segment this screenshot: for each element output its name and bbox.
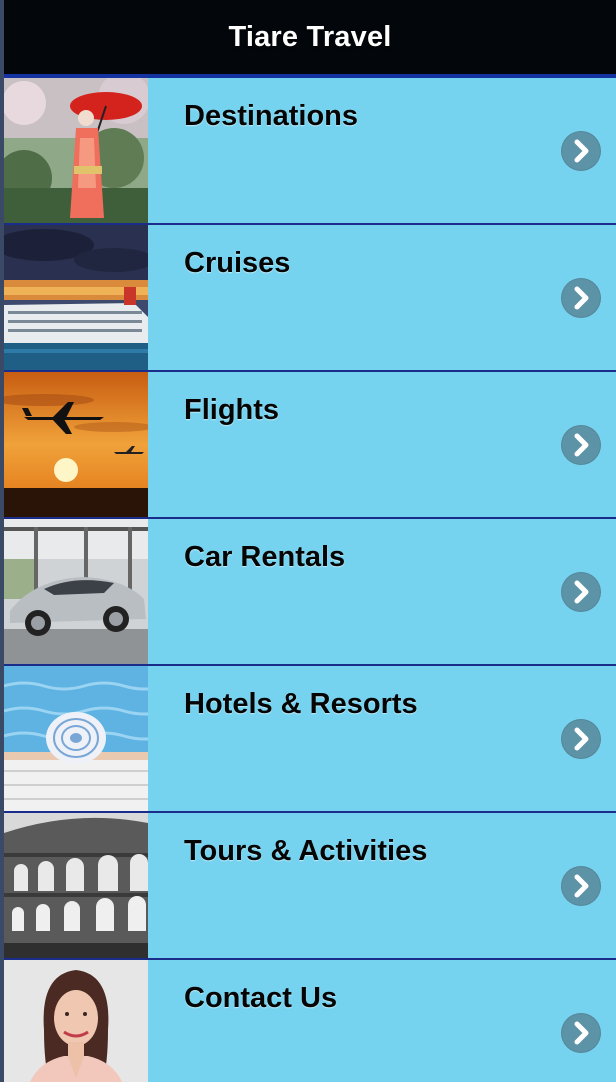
menu-item-label: Tours & Activities [184,835,428,867]
menu-item-tours-activities[interactable]: Tours & Activities [4,813,616,960]
menu-item-cruises[interactable]: Cruises [4,225,616,372]
chevron-right-icon[interactable] [561,866,601,906]
car-rentals-thumbnail [4,519,148,664]
left-edge-strip [0,0,4,1082]
chevron-right-icon[interactable] [561,572,601,612]
app-screen: Tiare Travel Destinations Cruises Flight… [0,0,616,1082]
menu-list: Destinations Cruises Flights Car Rentals… [4,78,616,1082]
flights-thumbnail [4,372,148,517]
menu-item-flights[interactable]: Flights [4,372,616,519]
chevron-right-icon[interactable] [561,278,601,318]
tours-activities-thumbnail [4,813,148,958]
menu-item-contact-us[interactable]: Contact Us [4,960,616,1082]
contact-us-thumbnail [4,960,148,1082]
hotels-resorts-thumbnail [4,666,148,811]
chevron-right-icon[interactable] [561,425,601,465]
menu-item-label: Flights [184,394,280,426]
app-header: Tiare Travel [0,0,616,78]
menu-item-label: Contact Us [184,982,338,1014]
menu-item-label: Cruises [184,247,291,279]
app-title: Tiare Travel [228,21,392,53]
menu-item-label: Hotels & Resorts [184,688,418,720]
menu-item-car-rentals[interactable]: Car Rentals [4,519,616,666]
menu-item-label: Car Rentals [184,541,346,573]
menu-item-destinations[interactable]: Destinations [4,78,616,225]
chevron-right-icon[interactable] [561,131,601,171]
menu-item-hotels-resorts[interactable]: Hotels & Resorts [4,666,616,813]
cruises-thumbnail [4,225,148,370]
destinations-thumbnail [4,78,148,223]
chevron-right-icon[interactable] [561,1013,601,1053]
chevron-right-icon[interactable] [561,719,601,759]
menu-item-label: Destinations [184,100,359,132]
